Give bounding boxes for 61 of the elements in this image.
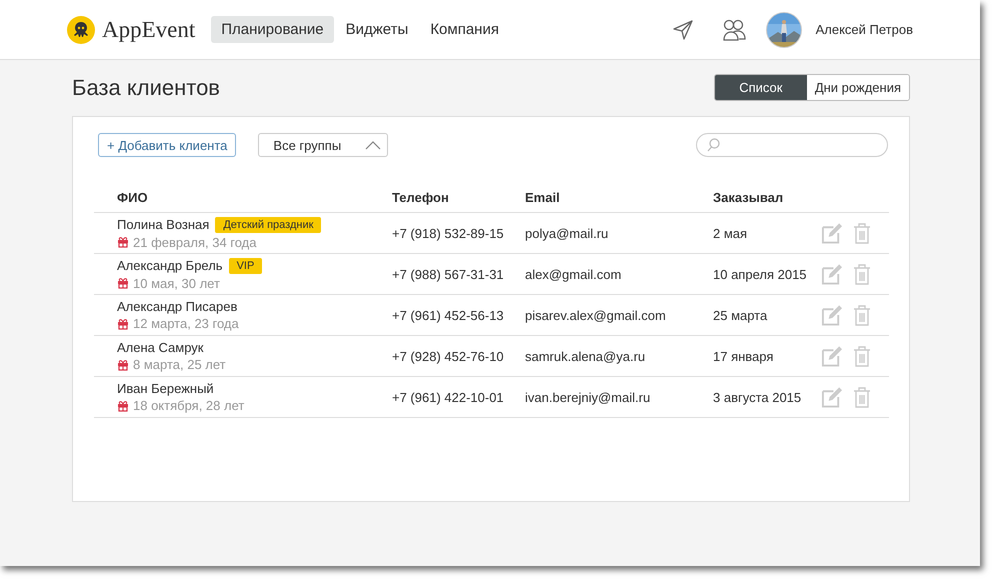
birthday-text: 21 февраля, 34 года [133, 234, 256, 250]
user-name[interactable]: Алексей Петров [816, 22, 913, 37]
phone-cell: +7 (988) 567-31-31 [392, 266, 504, 282]
client-tag: Детский праздник [215, 216, 322, 232]
client-name: Александр Писарев [117, 299, 238, 314]
view-toggle-tab[interactable]: Список [714, 75, 807, 100]
email-cell: alex@gmail.com [525, 266, 622, 282]
client-tag: VIP [228, 258, 262, 274]
email-cell: pisarev.alex@gmail.com [525, 308, 666, 322]
email-cell: ivan.berejniy@mail.ru [525, 390, 650, 404]
edit-icon[interactable] [821, 263, 843, 285]
search-field[interactable] [696, 133, 888, 157]
trash-icon[interactable] [853, 386, 871, 408]
order-date-cell: 25 марта [713, 308, 768, 322]
edit-icon[interactable] [821, 222, 843, 244]
gift-icon [117, 236, 129, 248]
birthday-text: 8 марта, 25 лет [133, 357, 226, 372]
send-icon[interactable] [672, 20, 693, 40]
gift-icon [117, 400, 129, 412]
phone-cell: +7 (928) 452-76-10 [392, 348, 504, 364]
trash-icon[interactable] [853, 346, 871, 366]
order-date-cell: 17 января [713, 348, 774, 364]
column-header: Телефон [392, 190, 449, 204]
page-title: База клиентов [72, 74, 220, 100]
order-date-cell: 10 апреля 2015 [713, 266, 807, 282]
caret-icon [365, 140, 382, 150]
client-name: Александр Брель [117, 258, 223, 273]
edit-icon[interactable] [821, 386, 843, 408]
client-name: Иван Бережный [117, 381, 214, 396]
trash-icon[interactable] [853, 304, 871, 326]
gift-icon [117, 318, 129, 330]
column-header: Email [525, 190, 560, 204]
gift-icon [117, 277, 129, 289]
order-date-cell: 3 августа 2015 [713, 390, 802, 404]
nav-tab[interactable]: Виджеты [336, 16, 418, 43]
order-date-cell: 2 мая [713, 226, 748, 240]
email-cell: samruk.alena@ya.ru [525, 348, 646, 364]
client-name: Полина Возная [117, 217, 210, 232]
edit-icon[interactable] [821, 304, 843, 326]
app-logo: AppEvent [102, 16, 196, 42]
column-header: Заказывал [713, 190, 784, 204]
phone-cell: +7 (918) 532-89-15 [392, 226, 504, 240]
email-cell: polya@mail.ru [525, 226, 608, 240]
nav-tab[interactable]: Компания [420, 16, 509, 43]
group-dropdown[interactable]: Все группы [258, 133, 388, 157]
view-toggle-tab[interactable]: Дни рождения [806, 75, 909, 100]
gift-icon [117, 358, 129, 370]
birthday-text: 12 марта, 23 года [133, 316, 239, 331]
search-icon [707, 138, 720, 152]
trash-icon[interactable] [853, 222, 871, 244]
column-header: ФИО [117, 190, 148, 204]
edit-icon[interactable] [821, 345, 843, 367]
octopus-logo-icon [67, 16, 95, 44]
trash-icon[interactable] [853, 264, 871, 284]
birthday-text: 18 октября, 28 лет [133, 398, 244, 413]
client-name: Алена Самрук [117, 340, 204, 355]
phone-cell: +7 (961) 422-10-01 [392, 390, 504, 404]
add-client-button[interactable]: + Добавить клиента [98, 133, 236, 157]
phone-cell: +7 (961) 452-56-13 [392, 308, 504, 322]
nav-tab[interactable]: Планирование [211, 16, 334, 43]
birthday-text: 10 мая, 30 лет [133, 276, 220, 290]
